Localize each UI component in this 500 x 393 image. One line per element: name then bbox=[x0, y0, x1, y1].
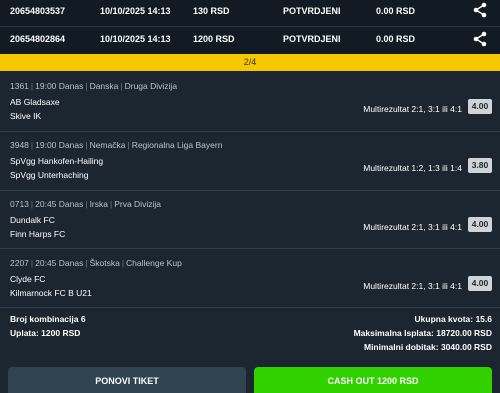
ticket-id: 20654803537 bbox=[10, 6, 66, 16]
match-code: 3948 bbox=[10, 140, 29, 150]
match-tip: Multirezultat 2:1, 3:1 ili 4:1 bbox=[363, 222, 462, 232]
divider bbox=[0, 131, 500, 132]
match-time: 19:00 Danas bbox=[35, 81, 84, 91]
repeat-ticket-button[interactable]: PONOVI TIKET bbox=[8, 367, 246, 393]
match-code: 2207 bbox=[10, 258, 29, 268]
match-country: Škotska bbox=[89, 258, 120, 268]
ticket-status: POTVRDJENI bbox=[283, 6, 341, 16]
match-item: 3948 | 19:00 Danas | Nemačka | Regionalna Liga… bbox=[0, 140, 500, 188]
match-time: 20:45 Danas bbox=[35, 199, 84, 209]
odd-badge: 3.80 bbox=[468, 158, 492, 173]
min-win: Minimalni dobitak: 3040.00 RSD bbox=[363, 342, 492, 352]
match-time: 20:45 Danas bbox=[35, 258, 84, 268]
match-country: Danska bbox=[89, 81, 119, 91]
ticket-amount: 1200 RSD bbox=[193, 34, 235, 44]
ticket-win: 0.00 RSD bbox=[376, 34, 416, 44]
ticket-status: POTVRDJENI bbox=[283, 34, 341, 44]
match-time: 19:00 Danas bbox=[35, 140, 84, 150]
divider bbox=[0, 248, 500, 249]
ticket-id: 20654802864 bbox=[10, 34, 66, 44]
match-country: Nemačka bbox=[89, 140, 126, 150]
total-odds: Ukupna kvota: 15.6 bbox=[414, 314, 492, 324]
match-tip: Multirezultat 2:1, 3:1 ili 4:1 bbox=[363, 281, 462, 291]
max-payout: Maksimalna Isplata: 18720.00 RSD bbox=[353, 328, 492, 338]
cashout-button[interactable]: CASH OUT 1200 RSD bbox=[254, 367, 492, 393]
odd-badge: 4.00 bbox=[468, 99, 492, 114]
match-league: Challenge Kup bbox=[126, 258, 182, 268]
ticket-row[interactable]: 20654802864 10/10/2025 14:13 1200 RSD PO… bbox=[0, 27, 500, 54]
ticket-datetime: 10/10/2025 14:13 bbox=[100, 34, 171, 44]
home-team: SpVgg Hankofen-Hailing bbox=[10, 156, 104, 166]
match-league: Prva Divizija bbox=[114, 199, 161, 209]
match-league: Regionalna Liga Bayern bbox=[131, 140, 223, 150]
ticket-row[interactable]: 20654803537 10/10/2025 14:13 130 RSD POT… bbox=[0, 0, 500, 26]
match-tip: Multirezultat 2:1, 3:1 ili 4:1 bbox=[363, 104, 462, 114]
stake-amount: Uplata: 1200 RSD bbox=[10, 328, 81, 338]
odd-badge: 4.00 bbox=[468, 217, 492, 232]
pagination-bar: 2/4 bbox=[0, 54, 500, 71]
share-icon[interactable] bbox=[471, 30, 489, 48]
away-team: Kilmarnock FC B U21 bbox=[10, 288, 92, 298]
match-item: 1361 | 19:00 Danas | Danska | Druga Divizija A… bbox=[0, 81, 500, 129]
away-team: Skive IK bbox=[10, 111, 42, 121]
match-code: 1361 bbox=[10, 81, 29, 91]
match-header: 1361 | 19:00 Danas | Danska | Druga Divizija bbox=[10, 81, 178, 91]
divider bbox=[0, 190, 500, 191]
match-header: 2207 | 20:45 Danas | Škotska | Challenge Kup bbox=[10, 258, 182, 268]
match-header: 0713 | 20:45 Danas | Irska | Prva Divizija bbox=[10, 199, 161, 209]
share-icon[interactable] bbox=[471, 1, 489, 19]
home-team: AB Gladsaxe bbox=[10, 97, 60, 107]
odd-badge: 4.00 bbox=[468, 276, 492, 291]
home-team: Clyde FC bbox=[10, 274, 46, 284]
match-item: 2207 | 20:45 Danas | Škotska | Challenge Kup C… bbox=[0, 258, 500, 306]
ticket-datetime: 10/10/2025 14:13 bbox=[100, 6, 171, 16]
match-tip: Multirezultat 1:2, 1:3 ili 1:4 bbox=[363, 163, 462, 173]
ticket-amount: 130 RSD bbox=[193, 6, 230, 16]
match-country: Irska bbox=[89, 199, 108, 209]
away-team: SpVgg Unterhaching bbox=[10, 170, 89, 180]
match-league: Druga Divizija bbox=[124, 81, 178, 91]
match-header: 3948 | 19:00 Danas | Nemačka | Regionalna Liga… bbox=[10, 140, 223, 150]
ticket-win: 0.00 RSD bbox=[376, 6, 416, 16]
divider bbox=[0, 307, 500, 308]
match-code: 0713 bbox=[10, 199, 29, 209]
match-item: 0713 | 20:45 Danas | Irska | Prva Divizija Dun… bbox=[0, 199, 500, 247]
home-team: Dundalk FC bbox=[10, 215, 55, 225]
combinations-count: Broj kombinacija 6 bbox=[10, 314, 86, 324]
away-team: Finn Harps FC bbox=[10, 229, 66, 239]
